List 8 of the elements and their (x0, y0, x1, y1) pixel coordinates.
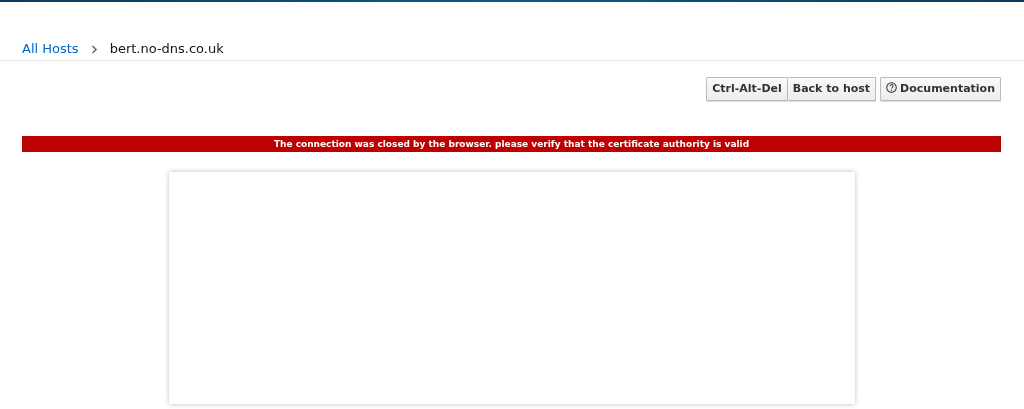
error-banner: The connection was closed by the browser. please verify that the certificate authority is valid (22, 136, 1001, 152)
breadcrumb-current: bert.no-dns.co.uk (109, 40, 224, 59)
console-button[interactable]: Back to host (787, 77, 877, 101)
help-icon (886, 82, 898, 93)
documentation-button[interactable]: Documentation (880, 77, 1001, 101)
console-button[interactable]: Ctrl-Alt-Del (706, 77, 788, 101)
chevron-icon (90, 44, 98, 54)
breadcrumb-link[interactable]: All Hosts (22, 39, 79, 59)
